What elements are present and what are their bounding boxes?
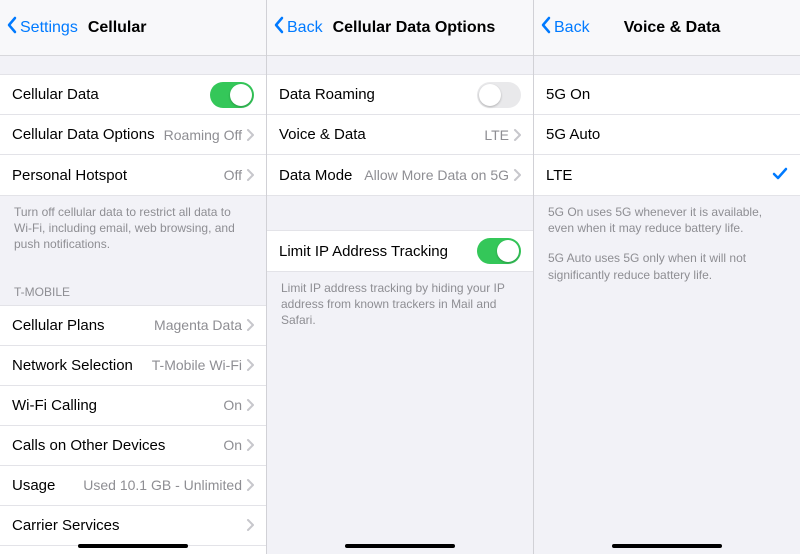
- chevron-left-icon: [6, 16, 18, 39]
- chevron-right-icon: [246, 129, 254, 141]
- content: 5G On 5G Auto LTE 5G On uses 5G whenever…: [534, 56, 800, 554]
- row-label: Usage: [12, 477, 55, 494]
- chevron-left-icon: [273, 16, 285, 39]
- row-detail: Off: [224, 167, 242, 183]
- row-label: Cellular Data Options: [12, 126, 155, 143]
- row-detail: Roaming Off: [164, 127, 242, 143]
- row-usage[interactable]: Usage Used 10.1 GB - Unlimited: [0, 466, 266, 506]
- row-cellular-plans[interactable]: Cellular Plans Magenta Data: [0, 306, 266, 346]
- footer-note: 5G Auto uses 5G only when it will not si…: [534, 250, 800, 296]
- row-lte[interactable]: LTE: [534, 155, 800, 195]
- row-cellular-data[interactable]: Cellular Data: [0, 75, 266, 115]
- navbar: Back Cellular Data Options: [267, 0, 533, 56]
- back-label: Back: [554, 19, 590, 37]
- row-label: Limit IP Address Tracking: [279, 243, 448, 260]
- chevron-right-icon: [246, 359, 254, 371]
- row-label: Voice & Data: [279, 126, 366, 143]
- row-label: 5G On: [546, 86, 590, 103]
- row-calls-other-devices[interactable]: Calls on Other Devices On: [0, 426, 266, 466]
- row-detail: Used 10.1 GB - Unlimited: [83, 477, 242, 493]
- row-label: Cellular Data: [12, 86, 99, 103]
- row-label: Data Mode: [279, 167, 352, 184]
- data-roaming-toggle[interactable]: [477, 82, 521, 108]
- home-indicator[interactable]: [78, 544, 188, 548]
- row-voice-and-data[interactable]: Voice & Data LTE: [267, 115, 533, 155]
- page-title: Cellular: [88, 19, 147, 37]
- row-label: LTE: [546, 167, 572, 184]
- row-data-mode[interactable]: Data Mode Allow More Data on 5G: [267, 155, 533, 195]
- content: Data Roaming Voice & Data LTE Data Mode …: [267, 56, 533, 554]
- list-ip-tracking: Limit IP Address Tracking: [267, 230, 533, 272]
- row-cellular-data-options[interactable]: Cellular Data Options Roaming Off: [0, 115, 266, 155]
- chevron-right-icon: [513, 129, 521, 141]
- list-voice-data-options: 5G On 5G Auto LTE: [534, 74, 800, 196]
- navbar: Back Voice & Data: [534, 0, 800, 56]
- chevron-right-icon: [246, 439, 254, 451]
- footer-note: 5G On uses 5G whenever it is available, …: [534, 196, 800, 250]
- list-data-options: Data Roaming Voice & Data LTE Data Mode …: [267, 74, 533, 196]
- navbar: Settings Cellular: [0, 0, 266, 56]
- content: Cellular Data Cellular Data Options Roam…: [0, 56, 266, 554]
- footer-note: Turn off cellular data to restrict all d…: [0, 196, 266, 267]
- checkmark-icon: [772, 167, 788, 184]
- back-button[interactable]: Back: [273, 16, 323, 39]
- row-detail: On: [223, 437, 242, 453]
- back-label: Back: [287, 19, 323, 37]
- back-label: Settings: [20, 19, 78, 37]
- footer-note: Limit IP address tracking by hiding your…: [267, 272, 533, 343]
- home-indicator[interactable]: [612, 544, 722, 548]
- row-detail: On: [223, 397, 242, 413]
- limit-ip-toggle[interactable]: [477, 238, 521, 264]
- row-detail: Magenta Data: [154, 317, 242, 333]
- row-label: Wi-Fi Calling: [12, 397, 97, 414]
- chevron-right-icon: [246, 169, 254, 181]
- group-header-carrier: T-MOBILE: [0, 267, 266, 305]
- home-indicator[interactable]: [345, 544, 455, 548]
- chevron-right-icon: [513, 169, 521, 181]
- row-detail: LTE: [484, 127, 509, 143]
- list-main: Cellular Data Cellular Data Options Roam…: [0, 74, 266, 196]
- list-carrier: Cellular Plans Magenta Data Network Sele…: [0, 305, 266, 554]
- row-wifi-calling[interactable]: Wi-Fi Calling On: [0, 386, 266, 426]
- row-limit-ip-tracking[interactable]: Limit IP Address Tracking: [267, 231, 533, 271]
- page-title: Cellular Data Options: [333, 19, 496, 37]
- screen-voice-and-data: Back Voice & Data 5G On 5G Auto LTE: [534, 0, 800, 554]
- row-label: 5G Auto: [546, 126, 600, 143]
- screen-cellular: Settings Cellular Cellular Data Cellular…: [0, 0, 267, 554]
- row-label: Carrier Services: [12, 517, 120, 534]
- back-button[interactable]: Settings: [6, 16, 78, 39]
- row-label: Personal Hotspot: [12, 167, 127, 184]
- chevron-left-icon: [540, 16, 552, 39]
- row-personal-hotspot[interactable]: Personal Hotspot Off: [0, 155, 266, 195]
- row-label: Network Selection: [12, 357, 133, 374]
- row-5g-on[interactable]: 5G On: [534, 75, 800, 115]
- chevron-right-icon: [246, 519, 254, 531]
- row-detail: T-Mobile Wi-Fi: [152, 357, 242, 373]
- cellular-data-toggle[interactable]: [210, 82, 254, 108]
- row-data-roaming[interactable]: Data Roaming: [267, 75, 533, 115]
- chevron-right-icon: [246, 399, 254, 411]
- row-label: Data Roaming: [279, 86, 375, 103]
- chevron-right-icon: [246, 479, 254, 491]
- row-label: Cellular Plans: [12, 317, 105, 334]
- row-5g-auto[interactable]: 5G Auto: [534, 115, 800, 155]
- row-network-selection[interactable]: Network Selection T-Mobile Wi-Fi: [0, 346, 266, 386]
- row-carrier-services[interactable]: Carrier Services: [0, 506, 266, 546]
- row-detail: Allow More Data on 5G: [364, 167, 509, 183]
- chevron-right-icon: [246, 319, 254, 331]
- back-button[interactable]: Back: [540, 16, 590, 39]
- row-label: Calls on Other Devices: [12, 437, 165, 454]
- screen-cellular-data-options: Back Cellular Data Options Data Roaming …: [267, 0, 534, 554]
